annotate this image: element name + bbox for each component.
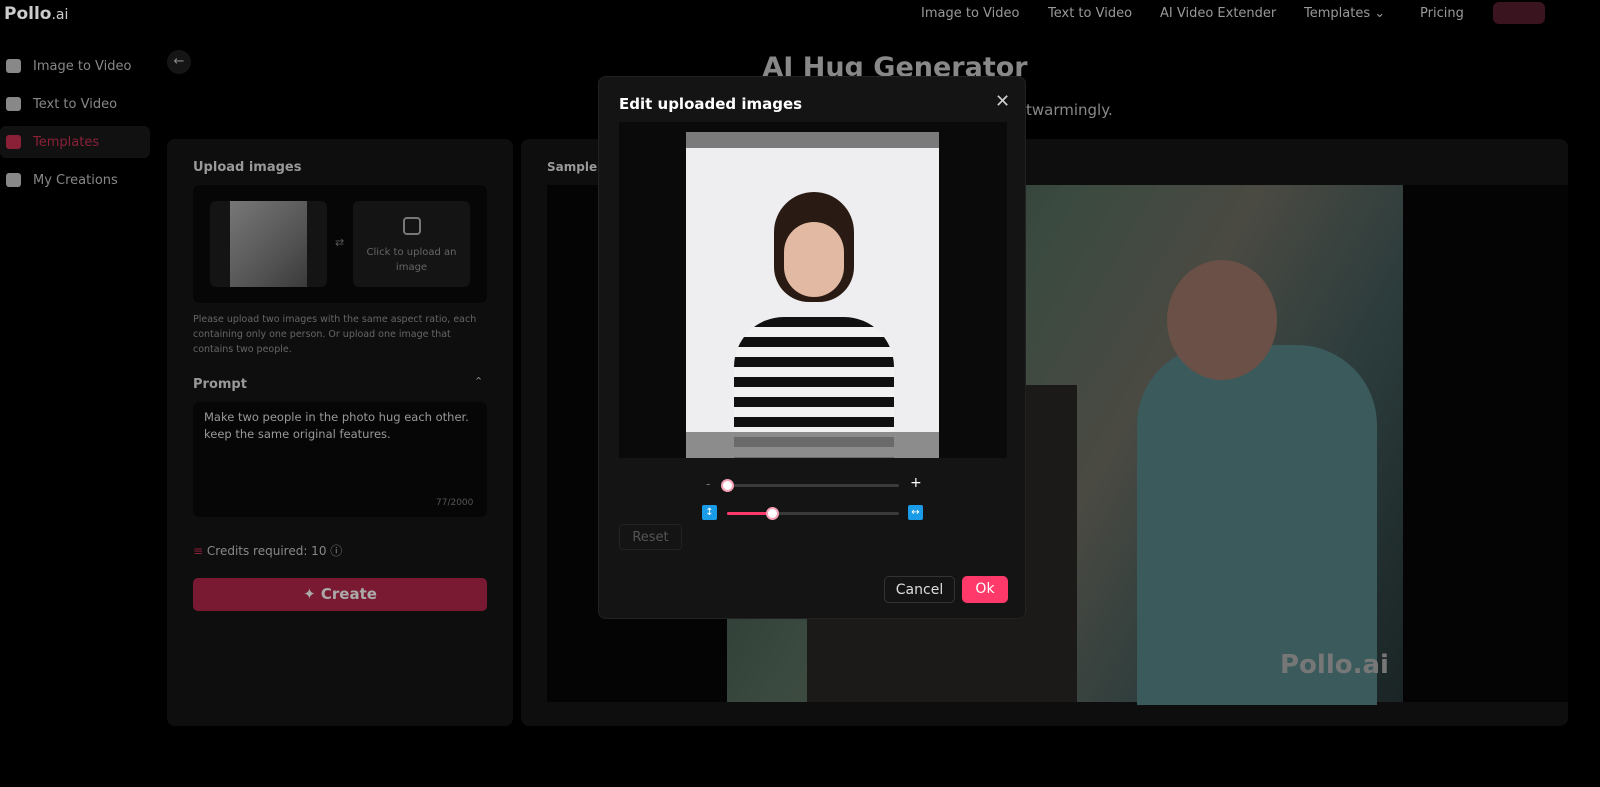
crop-mask-bottom: [686, 432, 939, 458]
image-video-icon: [6, 59, 21, 73]
aspect-slider-thumb[interactable]: [765, 507, 779, 520]
sidebar-item-text-to-video[interactable]: Text to Video: [0, 88, 150, 120]
info-icon[interactable]: ⓘ: [330, 544, 342, 558]
chevron-down-icon: ⌄: [1374, 6, 1386, 21]
girl-figure: [734, 192, 894, 458]
coins-icon: ≡: [193, 544, 204, 558]
close-icon[interactable]: ✕: [995, 91, 1010, 112]
sidebar-item-label: Templates: [33, 134, 100, 150]
zoom-slider-thumb[interactable]: [721, 479, 734, 492]
create-label: Create: [320, 585, 377, 603]
swap-icon[interactable]: ⇄: [335, 236, 344, 249]
ok-button[interactable]: Ok: [962, 576, 1008, 603]
text-video-icon: [6, 97, 21, 111]
aspect-slider[interactable]: [727, 507, 899, 520]
credits-info: ≡ Credits required: 10 ⓘ: [193, 542, 342, 559]
prompt-label: Prompt: [193, 377, 247, 392]
nav-templates[interactable]: Templates ⌄: [1304, 6, 1385, 21]
cancel-button[interactable]: Cancel: [884, 576, 955, 603]
zoom-in-icon[interactable]: +: [910, 475, 922, 491]
prompt-count: 77/2000: [436, 498, 474, 508]
sidebar-item-label: My Creations: [33, 172, 118, 188]
create-button[interactable]: ✦ Create: [193, 578, 487, 611]
avatar[interactable]: [1493, 2, 1545, 24]
sparkle-icon: ✦: [303, 585, 316, 603]
chevron-up-icon[interactable]: ⌃: [474, 375, 483, 388]
upload-second-image[interactable]: Click to upload an image: [353, 201, 470, 287]
credits-text: Credits required: 10: [206, 544, 327, 558]
modal-title: Edit uploaded images: [619, 95, 803, 113]
sidebar-item-label: Image to Video: [33, 58, 132, 74]
upload-help: Please upload two images with the same a…: [193, 314, 477, 355]
upload-label: Upload images: [193, 160, 302, 175]
watermark: Pollo.ai: [1280, 650, 1389, 680]
horizontal-resize-icon[interactable]: ↔: [908, 505, 923, 520]
sidebar-item-label: Text to Video: [33, 96, 118, 112]
templates-icon: [6, 135, 21, 149]
logo[interactable]: Pollo.ai: [4, 4, 68, 24]
zoom-slider[interactable]: [721, 479, 899, 492]
crop-stage[interactable]: [619, 122, 1007, 458]
man-head: [1167, 260, 1277, 380]
logo-text: Pollo: [4, 4, 52, 24]
logo-suffix: .ai: [51, 7, 69, 23]
cat-image: [230, 201, 307, 287]
sidebar-item-my-creations[interactable]: My Creations: [0, 164, 150, 196]
sidebar-item-templates[interactable]: Templates: [0, 126, 150, 158]
nav-text-to-video[interactable]: Text to Video: [1048, 6, 1132, 21]
vertical-resize-icon[interactable]: ↕: [702, 505, 717, 520]
zoom-out-icon[interactable]: -: [706, 477, 710, 491]
page-subtitle: twarmingly.: [1026, 101, 1113, 119]
edit-images-modal: Edit uploaded images ✕ - + ↕ ↔ Reset Can…: [598, 76, 1026, 619]
back-arrow-icon[interactable]: ←: [167, 50, 191, 74]
folder-icon: [6, 173, 21, 187]
upload-placeholder: Click to upload an image: [366, 247, 457, 273]
crop-mask-top: [686, 132, 939, 148]
nav-ai-video-extender[interactable]: AI Video Extender: [1160, 6, 1276, 21]
uploaded-image-thumb[interactable]: [210, 201, 327, 287]
uploaded-photo[interactable]: [686, 132, 939, 458]
nav-image-to-video[interactable]: Image to Video: [921, 6, 1019, 21]
nav-templates-label: Templates: [1304, 6, 1371, 21]
reset-button[interactable]: Reset: [619, 524, 682, 550]
sidebar-item-image-to-video[interactable]: Image to Video: [0, 50, 150, 82]
nav-pricing[interactable]: Pricing: [1420, 6, 1464, 21]
add-image-icon: [403, 217, 421, 235]
